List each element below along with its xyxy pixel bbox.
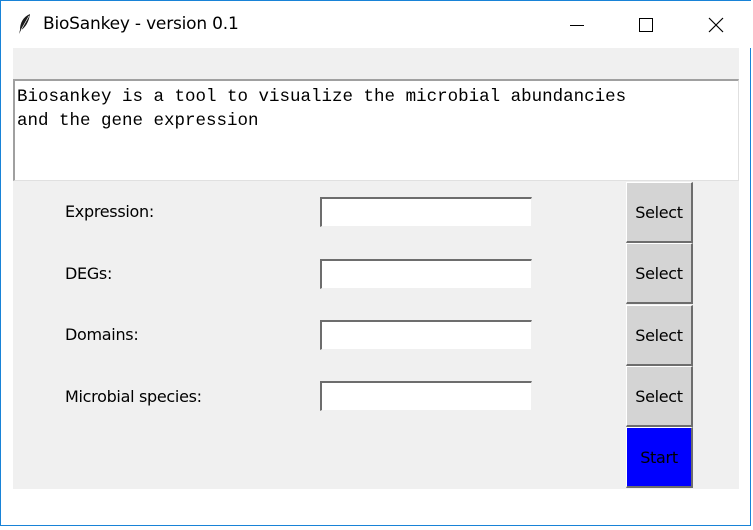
- feather-icon: [19, 14, 30, 34]
- close-button[interactable]: [693, 1, 739, 48]
- degs-input[interactable]: [320, 259, 532, 289]
- domains-label: Domains:: [65, 325, 139, 344]
- app-window: BioSankey - version 0.1 Biosankey is a t…: [0, 0, 752, 526]
- description-textbox[interactable]: Biosankey is a tool to visualize the mic…: [13, 79, 739, 181]
- start-button[interactable]: Start: [626, 427, 693, 488]
- window-title: BioSankey - version 0.1: [43, 14, 239, 34]
- expression-select-button[interactable]: Select: [626, 182, 693, 243]
- expression-input[interactable]: [320, 197, 532, 227]
- domains-select-button[interactable]: Select: [626, 305, 693, 366]
- maximize-icon: [639, 17, 653, 32]
- minimize-button[interactable]: [554, 1, 600, 48]
- top-spacer: [13, 48, 739, 79]
- degs-select-button[interactable]: Select: [626, 243, 693, 304]
- microbial-species-select-button[interactable]: Select: [626, 366, 693, 427]
- degs-label: DEGs:: [65, 264, 113, 283]
- microbial-species-input[interactable]: [320, 381, 532, 411]
- close-icon: [708, 17, 724, 32]
- domains-input[interactable]: [320, 320, 532, 350]
- minimize-icon: [570, 25, 584, 26]
- maximize-button[interactable]: [623, 1, 669, 48]
- form-panel: Expression: Select DEGs: Select Domains:…: [13, 181, 739, 489]
- bottom-strip: [13, 489, 739, 523]
- expression-label: Expression:: [65, 202, 154, 221]
- microbial-species-label: Microbial species:: [65, 387, 202, 406]
- title-bar[interactable]: BioSankey - version 0.1: [1, 1, 752, 48]
